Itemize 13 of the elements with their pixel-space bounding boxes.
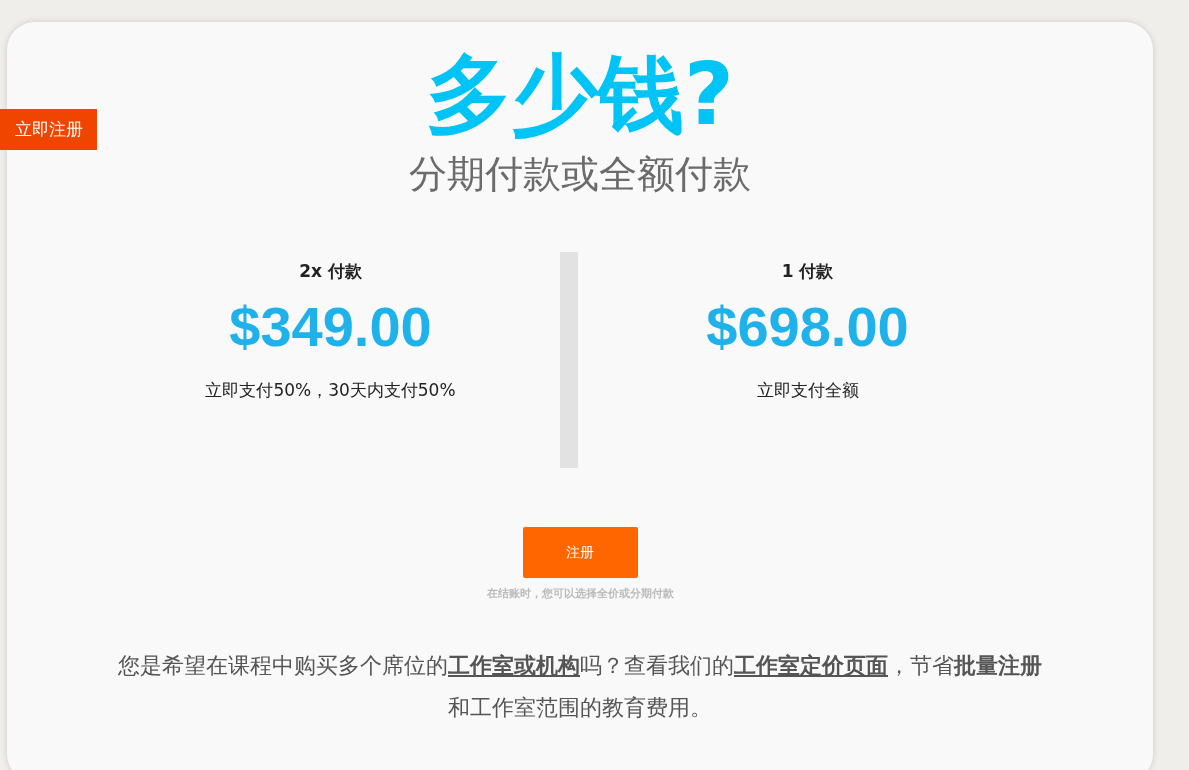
register-now-tab[interactable]: 立即注册 xyxy=(0,109,97,150)
plan-name: 1 付款 xyxy=(781,260,834,283)
plan-description: 立即支付50%，30天内支付50% xyxy=(205,379,456,402)
studio-pricing-paragraph: 您是希望在课程中购买多个席位的工作室或机构吗？查看我们的工作室定价页面，节省批量注册和工作室范围的教育费用。 xyxy=(117,652,1043,722)
plan-price: $698.00 xyxy=(706,295,909,359)
page-title: 多少钱? xyxy=(426,44,734,144)
plan-description: 立即支付全额 xyxy=(756,379,859,402)
checkout-note: 在结账时，您可以选择全价或分期付款 xyxy=(486,586,674,601)
plan-name: 2x 付款 xyxy=(299,260,362,283)
page-subtitle: 分期付款或全额付款 xyxy=(409,151,751,198)
text-link[interactable]: 工作室或机构 xyxy=(448,653,580,678)
text-link[interactable]: 工作室定价页面 xyxy=(734,653,888,678)
plan-price: $349.00 xyxy=(229,295,432,359)
